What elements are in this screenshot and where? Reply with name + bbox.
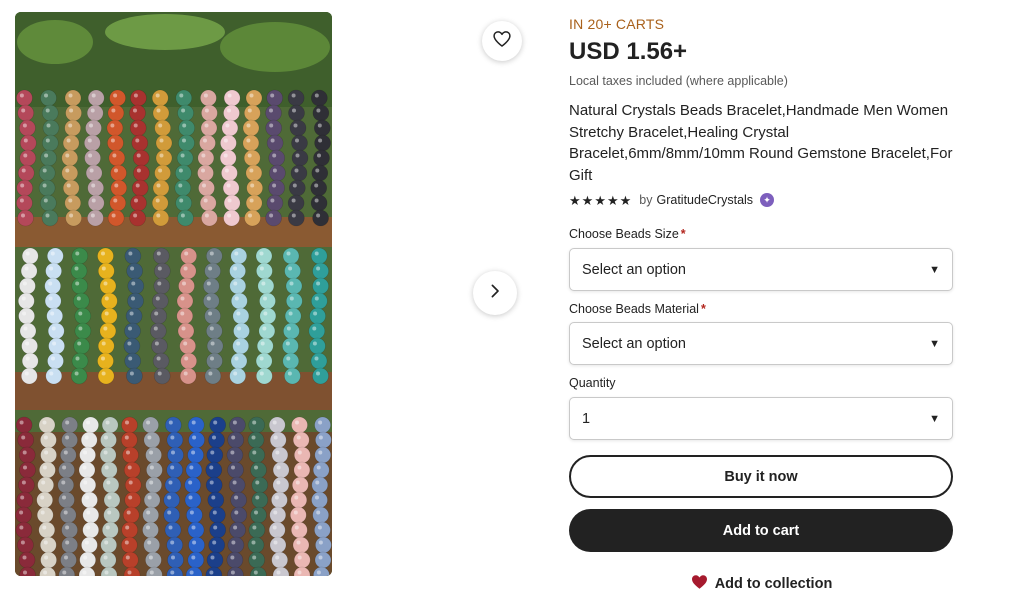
star-icon: ★ <box>581 192 594 208</box>
price: USD 1.56+ <box>569 38 688 65</box>
heart-filled-icon <box>690 573 709 595</box>
star-icon: ★ <box>594 192 606 208</box>
quantity-value: 1 <box>582 410 591 427</box>
star-icon: ★ <box>569 192 581 208</box>
buy-it-now-button[interactable]: Buy it now <box>569 455 953 498</box>
listing-title: Natural Crystals Beads Bracelet,Handmade… <box>569 102 953 184</box>
required-mark: * <box>700 302 706 316</box>
seller-row: ★ ★ ★ ★ ★ by GratitudeCrystals ✦ <box>569 193 775 207</box>
rating-stars: ★ ★ ★ ★ ★ <box>569 194 631 207</box>
taxes-note: Local taxes included (where applicable) <box>569 74 788 88</box>
beads-material-value: Select an option <box>582 335 686 352</box>
dropdown-caret-icon: ▼ <box>929 412 940 425</box>
next-image-button[interactable] <box>473 271 517 315</box>
seller-name-link[interactable]: GratitudeCrystals <box>656 193 753 207</box>
size-label: Choose Beads Size * <box>569 227 686 241</box>
beads-size-select[interactable]: Select an option ▼ <box>569 248 953 291</box>
required-mark: * <box>680 227 686 241</box>
heart-outline-icon <box>492 29 512 54</box>
material-label-text: Choose Beads Material <box>569 302 699 316</box>
size-label-text: Choose Beads Size <box>569 227 679 241</box>
product-photo[interactable] <box>15 12 332 576</box>
add-to-collection-button[interactable]: Add to collection <box>569 572 953 596</box>
beads-material-select[interactable]: Select an option ▼ <box>569 322 953 365</box>
add-to-collection-label: Add to collection <box>714 576 833 592</box>
material-label: Choose Beads Material * <box>569 302 706 316</box>
seller-prefix: by <box>639 193 653 207</box>
favorite-button[interactable] <box>482 21 522 61</box>
star-icon: ★ <box>619 192 632 208</box>
star-icon: ★ <box>606 192 619 208</box>
bracelets-image <box>15 12 332 576</box>
dropdown-caret-icon: ▼ <box>929 337 940 350</box>
dropdown-caret-icon: ▼ <box>929 263 940 276</box>
add-to-cart-button[interactable]: Add to cart <box>569 509 953 552</box>
quantity-select[interactable]: 1 ▼ <box>569 397 953 440</box>
chevron-right-icon <box>486 282 504 305</box>
beads-size-value: Select an option <box>582 261 686 278</box>
carts-badge: IN 20+ CARTS <box>569 16 665 32</box>
star-seller-icon: ✦ <box>760 193 775 207</box>
quantity-label: Quantity <box>569 376 616 390</box>
